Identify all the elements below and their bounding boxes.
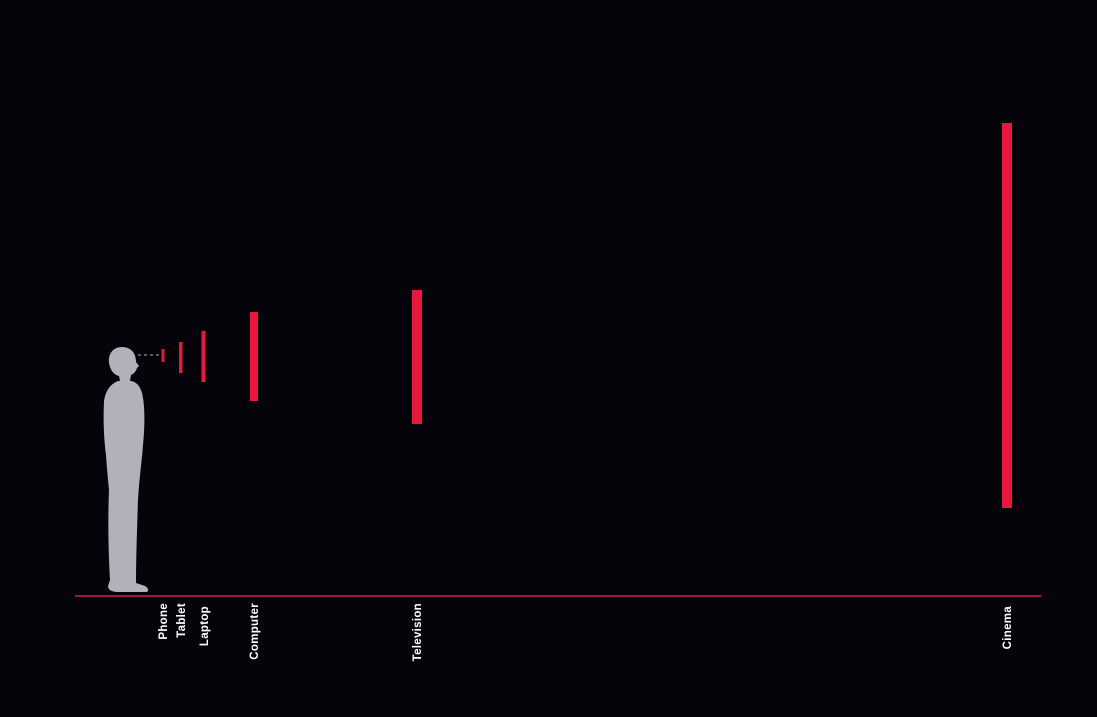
laptop-label: Laptop — [199, 606, 211, 646]
computer-screen-bar — [250, 312, 258, 401]
viewer-figure-icon — [103, 347, 149, 592]
diagram-canvas: Phone Tablet Laptop Computer Television … — [75, 123, 1041, 662]
television-screen-bar — [412, 290, 422, 424]
screen-bars — [161, 123, 1012, 508]
television-label: Television — [412, 603, 424, 661]
cinema-label: Cinema — [1002, 606, 1014, 650]
tablet-screen-bar — [179, 342, 183, 373]
phone-screen-bar — [161, 349, 165, 362]
tablet-label: Tablet — [176, 603, 188, 638]
viewing-distance-diagram: Phone Tablet Laptop Computer Television … — [0, 0, 1097, 717]
computer-label: Computer — [249, 603, 261, 660]
phone-label: Phone — [158, 603, 170, 640]
laptop-screen-bar — [201, 331, 206, 382]
cinema-screen-bar — [1002, 123, 1012, 508]
device-labels: Phone Tablet Laptop Computer Television … — [158, 603, 1014, 662]
